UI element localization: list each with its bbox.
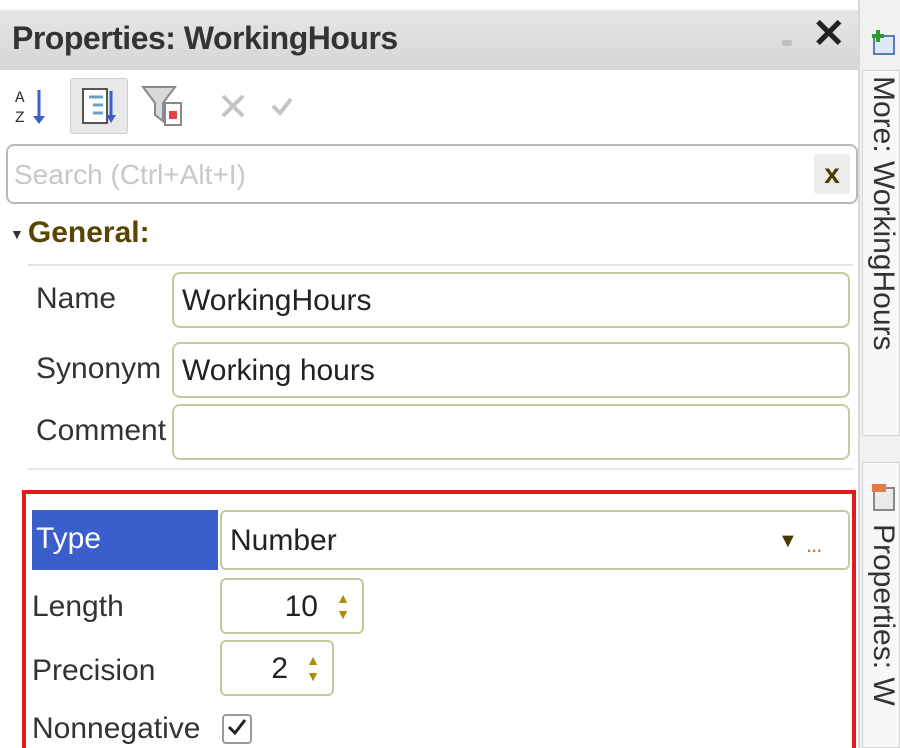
- checkmark-icon: [227, 719, 247, 736]
- stepper-arrows-icon[interactable]: ▲ ▼: [328, 586, 358, 626]
- close-icon[interactable]: ✕: [812, 14, 846, 54]
- sort-az-button[interactable]: A Z: [4, 78, 62, 134]
- precision-label: Precision: [32, 654, 156, 687]
- delete-button[interactable]: [204, 78, 262, 134]
- length-value: 10: [284, 590, 318, 623]
- search-box: x: [6, 144, 858, 204]
- precision-value: 2: [271, 652, 288, 685]
- add-object-icon: [872, 30, 895, 55]
- filter-icon: [141, 86, 182, 126]
- tree-view-icon: [82, 88, 116, 124]
- panel-titlebar: Properties: WorkingHours ✕: [0, 10, 858, 70]
- nonnegative-checkbox[interactable]: [222, 714, 252, 744]
- stepper-arrows-icon[interactable]: ▲ ▼: [298, 648, 328, 688]
- type-field[interactable]: Number: [220, 510, 850, 570]
- search-input[interactable]: [12, 154, 796, 196]
- group-general-header[interactable]: ▼ General:: [10, 216, 150, 250]
- collapse-triangle-icon: ▼: [10, 226, 24, 243]
- pin-icon[interactable]: [782, 40, 792, 46]
- properties-panel: Properties: WorkingHours ✕ A Z Search (C…: [0, 0, 858, 748]
- section-divider: [28, 468, 853, 470]
- comment-label: Comment: [36, 414, 167, 447]
- group-general-label: General:: [27, 216, 150, 249]
- tree-view-button[interactable]: [70, 78, 128, 134]
- length-stepper[interactable]: 10 ▲ ▼: [220, 578, 364, 634]
- name-label: Name: [36, 282, 117, 315]
- sort-az-icon: A Z: [15, 89, 45, 127]
- type-dropdown-icon[interactable]: ▼: [778, 530, 798, 553]
- comment-field[interactable]: [172, 404, 850, 460]
- nonnegative-label: Nonnegative: [32, 712, 201, 745]
- synonym-field[interactable]: Working hours: [172, 342, 850, 398]
- svg-text:A: A: [15, 89, 25, 107]
- side-tab-properties-label: Properties: W: [867, 524, 900, 706]
- length-label: Length: [32, 590, 124, 623]
- type-more-button[interactable]: ...: [806, 532, 822, 558]
- property-row-synonym: Synonym Working hours: [0, 340, 858, 400]
- property-row-name: Name WorkingHours: [0, 270, 858, 330]
- check-icon: [271, 97, 293, 117]
- delete-icon: [221, 94, 245, 118]
- search-clear-button[interactable]: x: [814, 154, 850, 194]
- svg-text:Z: Z: [15, 109, 25, 127]
- side-tab-more-label: More: WorkingHours: [867, 76, 900, 351]
- filter-button[interactable]: [134, 78, 192, 134]
- property-row-comment: Comment: [0, 402, 858, 462]
- apply-button[interactable]: [262, 78, 302, 134]
- precision-stepper[interactable]: 2 ▲ ▼: [220, 640, 334, 696]
- type-label: Type: [32, 510, 218, 570]
- properties-icon: [872, 484, 895, 511]
- toolbar: A Z: [0, 70, 858, 142]
- name-field[interactable]: WorkingHours: [172, 272, 850, 328]
- synonym-label: Synonym: [36, 352, 162, 385]
- panel-title: Properties: WorkingHours: [12, 20, 398, 56]
- group-divider: [28, 264, 853, 266]
